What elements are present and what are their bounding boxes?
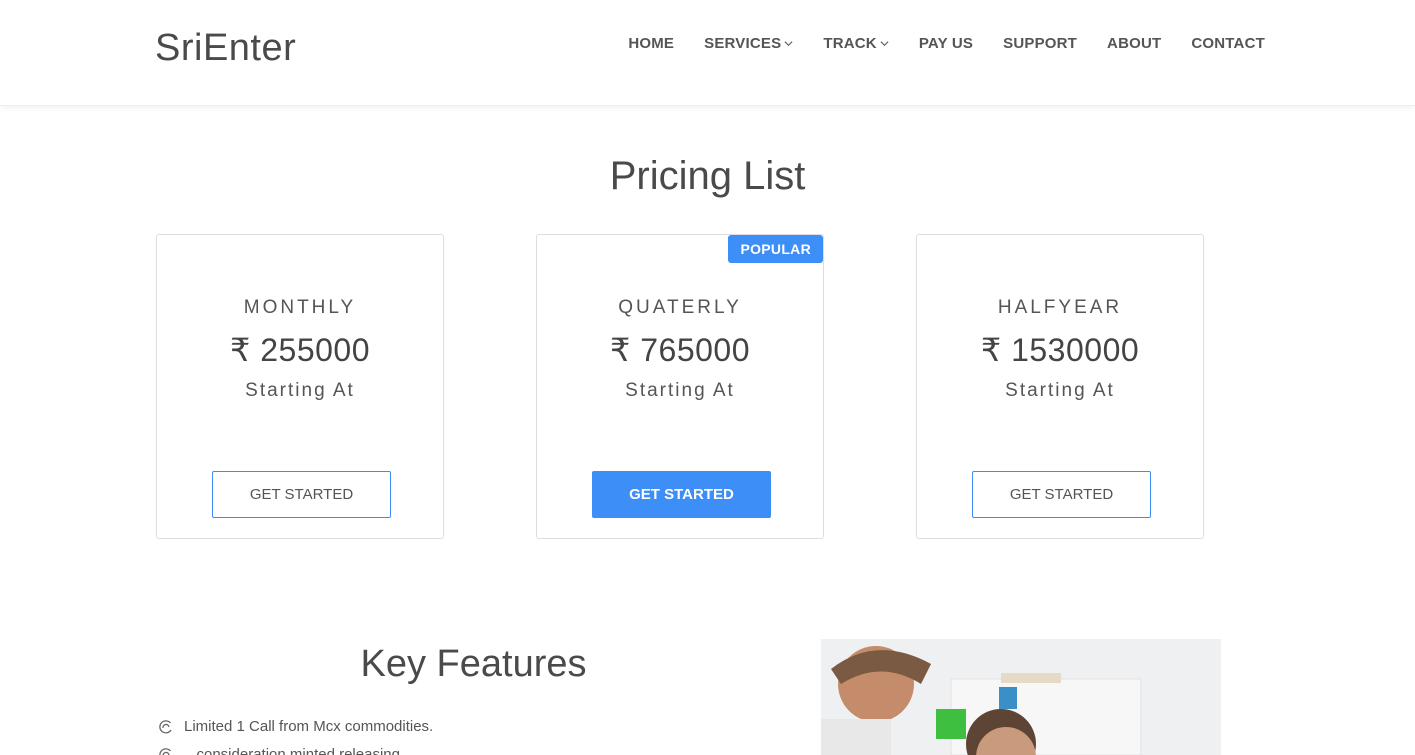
nav-support[interactable]: SUPPORT: [1003, 35, 1077, 52]
plan-name: MONTHLY: [243, 297, 357, 318]
pricing-title: Pricing List: [609, 154, 806, 198]
plan-price: ₹ 1530000: [980, 332, 1140, 368]
plan-subtitle: Starting At: [625, 380, 735, 401]
popular-badge: POPULAR: [728, 235, 823, 263]
nav-pay-us[interactable]: PAY US: [919, 35, 973, 52]
feature-item: Limited 1 Call from Mcx commodities.: [158, 718, 433, 735]
plan-name: QUATERLY: [618, 297, 742, 318]
pricing-card-halfyear: HALFYEAR ₹ 1530000 Starting At GET START…: [916, 234, 1204, 539]
nav-about-label: ABOUT: [1107, 35, 1162, 52]
office-photo-illustration: [821, 639, 1221, 755]
get-started-button[interactable]: GET STARTED: [212, 471, 391, 518]
feature-item: ...consideration minted releasing...: [158, 746, 412, 755]
plan-subtitle: Starting At: [1005, 380, 1115, 401]
key-features-title: Key Features: [360, 643, 587, 685]
plan-price: ₹ 255000: [229, 332, 371, 368]
chevron-down-icon: [784, 41, 793, 47]
get-started-button[interactable]: GET STARTED: [592, 471, 771, 518]
get-started-button[interactable]: GET STARTED: [972, 471, 1151, 518]
nav-support-label: SUPPORT: [1003, 35, 1078, 52]
main-nav: HOME SERVICES TRACK PAY US SUPPORT ABOUT…: [628, 35, 1265, 52]
site-header: SriEnter HOME SERVICES TRACK PAY US SUPP…: [0, 0, 1415, 106]
nav-about[interactable]: ABOUT: [1107, 35, 1161, 52]
nav-home-label: HOME: [628, 35, 675, 52]
plan-name: HALFYEAR: [997, 297, 1123, 318]
nav-track-label: TRACK: [823, 35, 877, 52]
nav-services-label: SERVICES: [704, 35, 782, 52]
nav-home[interactable]: HOME: [628, 35, 674, 52]
nav-contact-label: CONTACT: [1191, 35, 1265, 52]
plan-subtitle: Starting At: [245, 380, 355, 401]
feature-text: ...consideration minted releasing...: [184, 746, 413, 755]
site-logo[interactable]: SriEnter: [155, 27, 296, 70]
feature-text: Limited 1 Call from Mcx commodities.: [184, 718, 434, 735]
feature-bullet-icon: [159, 747, 171, 755]
nav-services[interactable]: SERVICES: [704, 35, 793, 52]
nav-track[interactable]: TRACK: [823, 35, 889, 52]
nav-contact[interactable]: CONTACT: [1191, 35, 1265, 52]
plan-price: ₹ 765000: [609, 332, 751, 368]
feature-bullet-icon: [159, 719, 172, 733]
pricing-card-monthly: MONTHLY ₹ 255000 Starting At GET STARTED: [156, 234, 444, 539]
chevron-down-icon: [880, 41, 889, 47]
nav-pay-us-label: PAY US: [918, 35, 974, 52]
pricing-card-quaterly: POPULAR QUATERLY ₹ 765000 Starting At GE…: [536, 234, 824, 539]
office-photo: [821, 639, 1221, 755]
